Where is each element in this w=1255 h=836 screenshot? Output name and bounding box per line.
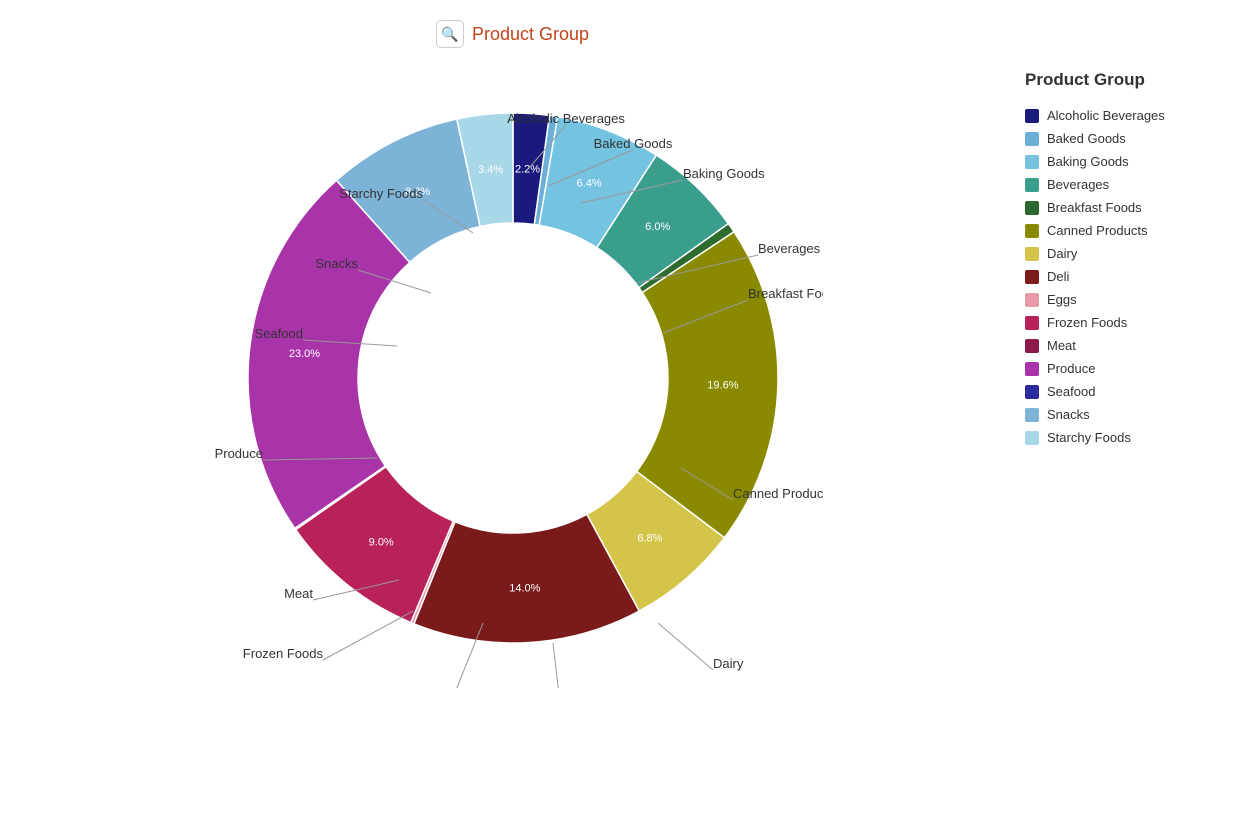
segment-label: Breakfast Foods xyxy=(748,286,823,301)
legend-swatch xyxy=(1025,201,1039,215)
legend-swatch xyxy=(1025,385,1039,399)
pct-label: 23.0% xyxy=(288,348,319,360)
legend-label: Baked Goods xyxy=(1047,131,1126,146)
pct-label: 9.0% xyxy=(368,536,393,548)
legend-item[interactable]: Snacks xyxy=(1025,407,1245,422)
legend-title: Product Group xyxy=(1025,70,1245,90)
pct-label: 19.6% xyxy=(707,380,738,392)
legend-swatch xyxy=(1025,431,1039,445)
legend-label: Beverages xyxy=(1047,177,1109,192)
segment-label: Meat xyxy=(284,586,313,601)
segment-label: Canned Products xyxy=(733,486,823,501)
legend-label: Alcoholic Beverages xyxy=(1047,108,1165,123)
segment-label: Snacks xyxy=(315,256,358,271)
label-line xyxy=(553,643,563,688)
pct-label: 3.4% xyxy=(478,164,503,176)
legend-swatch xyxy=(1025,362,1039,376)
legend-item[interactable]: Seafood xyxy=(1025,384,1245,399)
segment-label: Frozen Foods xyxy=(242,646,323,661)
legend-label: Canned Products xyxy=(1047,223,1147,238)
segment-label: Baking Goods xyxy=(683,166,765,181)
chart-area: 🔍 Product Group 2.2% 6.4% 6.0% 19.6% 6.8% 14.… xyxy=(0,10,1025,688)
legend-label: Produce xyxy=(1047,361,1095,376)
legend-item[interactable]: Beverages xyxy=(1025,177,1245,192)
pct-label: 14.0% xyxy=(509,583,540,595)
legend-label: Breakfast Foods xyxy=(1047,200,1142,215)
legend-swatch xyxy=(1025,178,1039,192)
pct-label: 2.2% xyxy=(514,164,539,176)
legend-item[interactable]: Baking Goods xyxy=(1025,154,1245,169)
legend-item[interactable]: Starchy Foods xyxy=(1025,430,1245,445)
legend-label: Frozen Foods xyxy=(1047,315,1127,330)
legend-item[interactable]: Canned Products xyxy=(1025,223,1245,238)
page-container: 🔍 Product Group 2.2% 6.4% 6.0% 19.6% 6.8% 14.… xyxy=(0,0,1255,836)
legend-item[interactable]: Deli xyxy=(1025,269,1245,284)
legend-label: Deli xyxy=(1047,269,1069,284)
segment-label: Produce xyxy=(214,446,262,461)
legend-label: Starchy Foods xyxy=(1047,430,1131,445)
legend-item[interactable]: Eggs xyxy=(1025,292,1245,307)
legend-label: Seafood xyxy=(1047,384,1095,399)
segment-label: Starchy Foods xyxy=(339,186,423,201)
segment-label: Alcoholic Beverages xyxy=(507,111,625,126)
segment-label: Seafood xyxy=(254,326,302,341)
legend-swatch xyxy=(1025,270,1039,284)
legend-swatch xyxy=(1025,339,1039,353)
legend-swatch xyxy=(1025,408,1039,422)
segment-label: Beverages xyxy=(758,241,821,256)
segment-label: Baked Goods xyxy=(593,136,672,151)
donut-svg: 2.2%6.4%6.0%19.6%6.8%14.0%9.0%23.0%8.2%3… xyxy=(203,68,823,688)
legend-item[interactable]: Baked Goods xyxy=(1025,131,1245,146)
label-line xyxy=(658,623,713,670)
legend-swatch xyxy=(1025,316,1039,330)
legend-swatch xyxy=(1025,155,1039,169)
pct-label: 6.4% xyxy=(576,177,601,189)
legend-swatch xyxy=(1025,109,1039,123)
legend-label: Baking Goods xyxy=(1047,154,1129,169)
legend-label: Snacks xyxy=(1047,407,1090,422)
label-line xyxy=(323,611,413,660)
chart-title: Product Group xyxy=(472,24,589,45)
segment-label: Dairy xyxy=(713,656,744,671)
legend-panel: Product Group Alcoholic Beverages Baked … xyxy=(1025,10,1255,453)
chart-title-area: 🔍 Product Group xyxy=(436,20,589,48)
legend-swatch xyxy=(1025,132,1039,146)
legend-items: Alcoholic Beverages Baked Goods Baking G… xyxy=(1025,108,1245,445)
pct-label: 6.0% xyxy=(645,221,670,233)
legend-label: Eggs xyxy=(1047,292,1077,307)
legend-label: Dairy xyxy=(1047,246,1077,261)
legend-swatch xyxy=(1025,293,1039,307)
donut-chart: 2.2%6.4%6.0%19.6%6.8%14.0%9.0%23.0%8.2%3… xyxy=(203,68,823,688)
legend-item[interactable]: Produce xyxy=(1025,361,1245,376)
pct-label: 6.8% xyxy=(637,532,662,544)
legend-item[interactable]: Alcoholic Beverages xyxy=(1025,108,1245,123)
legend-swatch xyxy=(1025,224,1039,238)
legend-item[interactable]: Breakfast Foods xyxy=(1025,200,1245,215)
search-icon: 🔍 xyxy=(436,20,464,48)
legend-item[interactable]: Dairy xyxy=(1025,246,1245,261)
legend-item[interactable]: Meat xyxy=(1025,338,1245,353)
legend-label: Meat xyxy=(1047,338,1076,353)
legend-item[interactable]: Frozen Foods xyxy=(1025,315,1245,330)
legend-swatch xyxy=(1025,247,1039,261)
